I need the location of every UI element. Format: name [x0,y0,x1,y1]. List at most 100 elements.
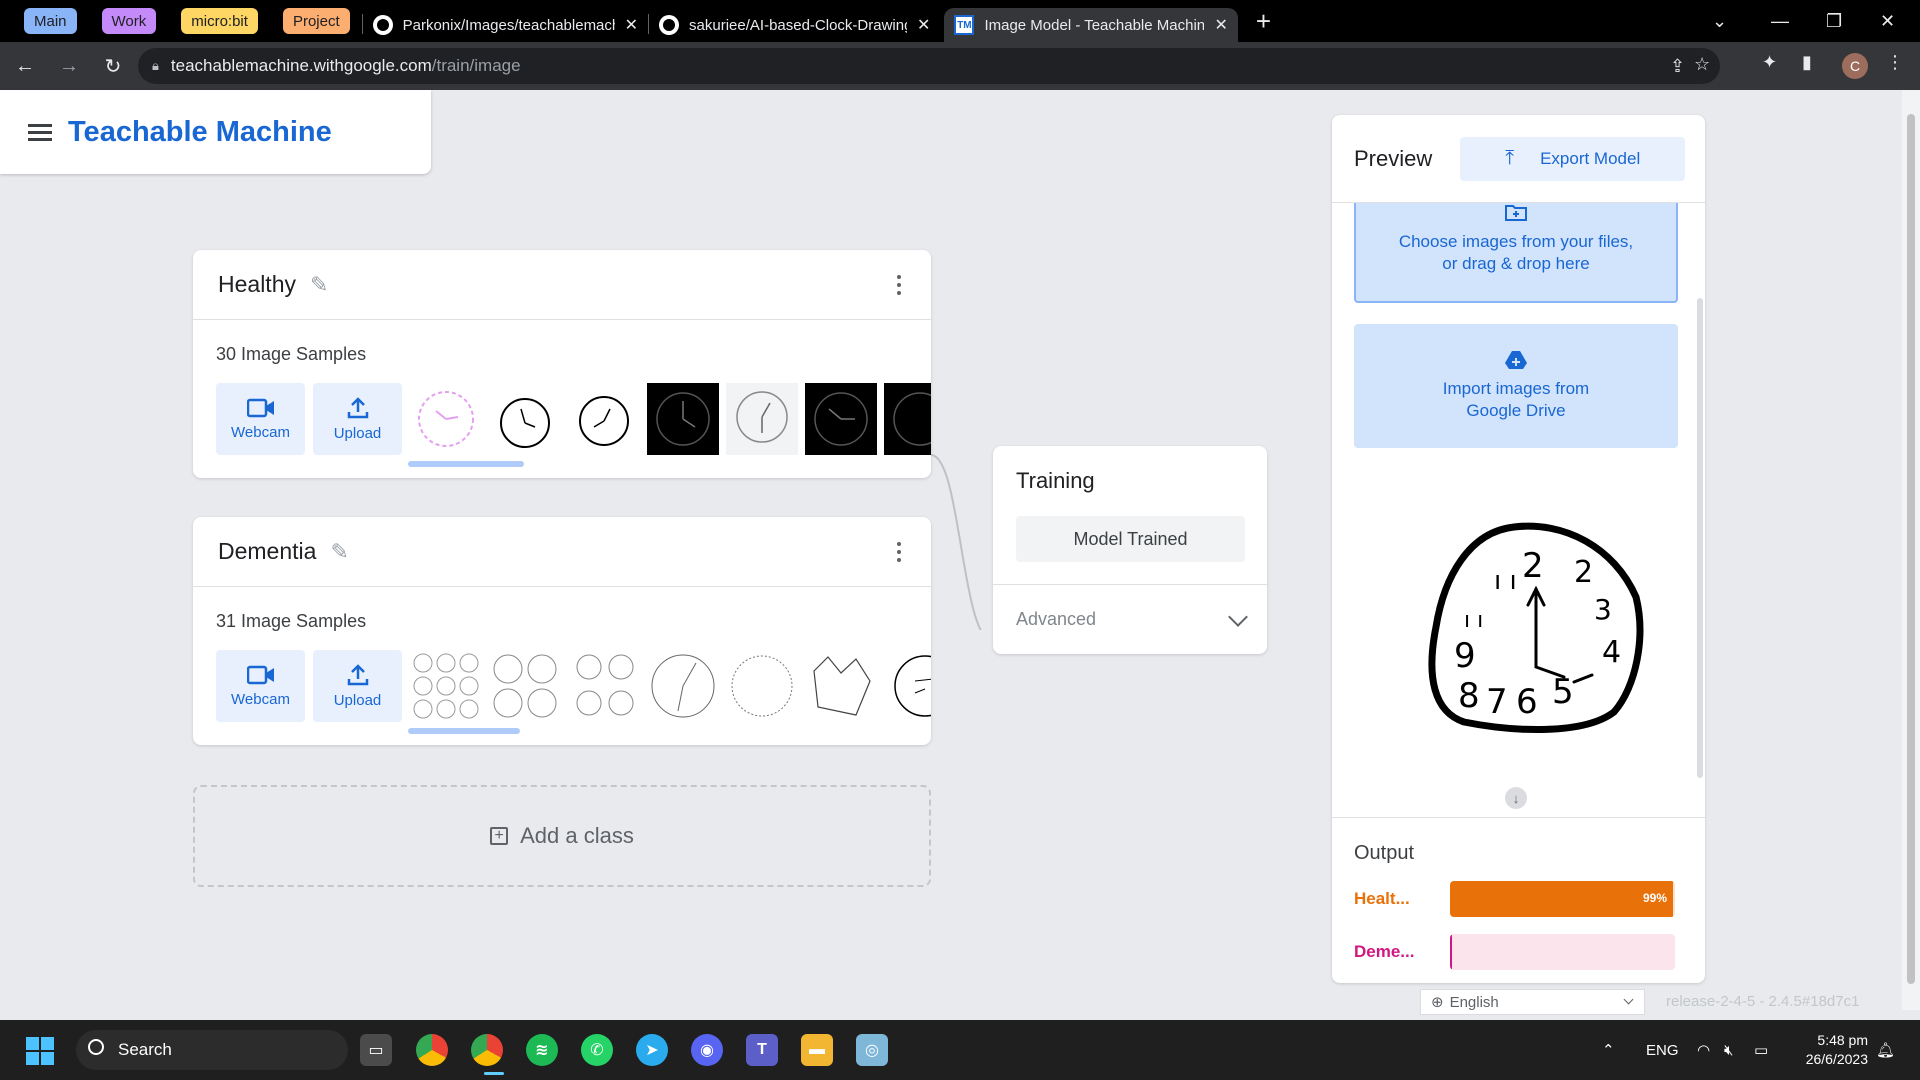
sample-thumbnail[interactable] [410,650,482,722]
export-model-button[interactable]: ⤒ Export Model [1460,136,1686,181]
tab-group-microbit[interactable]: micro:bit [181,8,258,34]
sample-thumbnail[interactable] [805,650,877,722]
chrome-menu-icon[interactable]: ⋮ [1886,52,1904,73]
tab-title: sakuriee/AI-based-Clock-Drawing [689,16,908,34]
brand-title[interactable]: Teachable Machine [68,116,332,149]
sample-thumbnail[interactable] [568,650,640,722]
sample-thumbnail[interactable] [489,383,561,455]
edit-pencil-icon[interactable]: ✎ [330,539,348,565]
whatsapp-icon[interactable]: ✆ [581,1034,613,1066]
github-icon [659,15,680,35]
close-tab-icon[interactable]: ✕ [1214,15,1227,35]
file-explorer-icon[interactable]: ▬ [801,1034,833,1066]
preview-scrollbar[interactable] [1697,298,1703,778]
input-language[interactable]: ENG [1646,1020,1679,1080]
sample-thumbnail[interactable] [489,650,561,722]
language-select[interactable]: ⊕ English [1420,989,1645,1015]
bookmark-star-icon[interactable]: ☆ [1694,54,1710,75]
output-title: Output [1354,842,1415,864]
restore-icon[interactable]: ❐ [1826,0,1842,42]
task-view-icon[interactable]: ▭ [360,1034,392,1066]
tab-sakuriee[interactable]: sakuriee/AI-based-Clock-Drawing ✕ [649,8,940,42]
class-name[interactable]: Dementia [218,538,316,565]
advanced-toggle[interactable]: Advanced [993,584,1267,654]
spotify-icon[interactable]: ≋ [526,1034,558,1066]
minimize-icon[interactable]: — [1771,0,1789,42]
webcam-button[interactable]: Webcam [216,650,305,722]
add-class-button[interactable]: + Add a class [193,785,931,887]
side-panel-icon[interactable]: ▮ [1802,52,1812,73]
sample-thumbnail[interactable] [568,383,640,455]
chrome-icon[interactable] [416,1034,448,1066]
tab-search-icon[interactable]: ⌄ [1712,0,1727,42]
page-scrollbar[interactable] [1902,90,1920,1010]
volume-muted-icon[interactable]: 🔇︎ [1724,1020,1733,1080]
extensions-icon[interactable]: ✦ [1762,52,1777,73]
thumbnail-scroll-indicator[interactable] [408,461,524,467]
class-options-icon[interactable] [897,542,901,566]
tab-group-project[interactable]: Project [282,8,350,34]
sample-thumbnail[interactable] [884,650,931,722]
webcam-button[interactable]: Webcam [216,383,305,455]
app-icon[interactable]: ◎ [856,1034,888,1066]
google-drive-import-button[interactable]: Import images from Google Drive [1354,324,1678,448]
sample-thumbnail[interactable] [805,383,877,455]
forward-icon[interactable]: → [54,55,84,78]
sample-thumbnail[interactable] [884,383,931,455]
tab-teachable-machine[interactable]: TM Image Model - Teachable Machin ✕ [944,8,1238,42]
clock-digits: 2 [1522,546,1544,586]
sample-thumbnail[interactable] [410,383,482,455]
clock-digits: 6 [1516,682,1538,722]
class-name[interactable]: Healthy [218,271,296,298]
back-icon[interactable]: ← [10,55,40,78]
sample-thumbnail[interactable] [726,383,798,455]
sample-thumbnail[interactable] [647,650,719,722]
tab-group-work[interactable]: Work [101,8,157,34]
teachable-machine-icon: TM [954,15,975,35]
chrome-profile-icon[interactable] [471,1034,503,1066]
show-hidden-icons[interactable]: ⌃ [1602,1020,1615,1080]
upload-button[interactable]: Upload [313,383,402,455]
taskbar-clock[interactable]: 5:48 pm 26/6/2023 [1794,1031,1868,1069]
add-class-label: Add a class [520,823,634,848]
share-icon[interactable]: ⇪ [1670,56,1685,77]
profile-avatar[interactable]: C [1842,53,1868,79]
windows-start-icon[interactable] [26,1037,54,1065]
wifi-icon[interactable]: ◠ [1697,1020,1710,1080]
reload-icon[interactable]: ↻ [98,54,128,79]
notification-icon[interactable]: 🔔︎ [1876,1020,1895,1080]
teams-icon[interactable]: T [746,1034,778,1066]
output-row-healthy: Healt... 99% [1354,880,1705,918]
telegram-icon[interactable]: ➤ [636,1034,668,1066]
clock-digits: 9 [1454,636,1476,676]
new-tab-icon[interactable]: + [1256,6,1271,37]
train-model-button[interactable]: Model Trained [1016,516,1245,562]
output-label: Healt... [1354,889,1410,908]
thumbnail-scroll-indicator[interactable] [408,728,520,734]
discord-icon[interactable]: ◉ [691,1034,723,1066]
url-host: teachablemachine.withgoogle.com [170,56,432,75]
file-drop-zone[interactable]: Choose images from your files, or drag &… [1354,203,1678,303]
drive-line-2: Google Drive [1466,401,1566,420]
sample-thumbnail[interactable] [647,383,719,455]
edit-pencil-icon[interactable]: ✎ [310,272,328,298]
close-tab-icon[interactable]: ✕ [917,15,930,35]
confidence-percent: 99% [1642,891,1667,905]
tab-parkonix[interactable]: Parkonix/Images/teachablemachi ✕ [363,8,648,42]
scrollbar-thumb[interactable] [1907,114,1915,984]
hamburger-menu-icon[interactable] [28,120,52,145]
url-bar[interactable]: 🔒︎ teachablemachine.withgoogle.com/train… [138,48,1720,84]
active-app-indicator [484,1072,504,1075]
close-window-icon[interactable]: ✕ [1880,0,1895,42]
close-tab-icon[interactable]: ✕ [625,15,638,35]
sample-thumbnail[interactable] [726,650,798,722]
class-options-icon[interactable] [897,275,901,299]
battery-icon[interactable]: ▭ [1754,1020,1768,1080]
upload-button[interactable]: Upload [313,650,402,722]
export-label: Export Model [1540,148,1641,168]
language-value: English [1449,993,1499,1011]
taskbar-search[interactable]: Search [76,1030,348,1070]
tab-group-main[interactable]: Main [24,8,77,34]
preview-header: Preview ⤒ Export Model [1332,115,1705,203]
output-label: Deme... [1354,942,1415,961]
